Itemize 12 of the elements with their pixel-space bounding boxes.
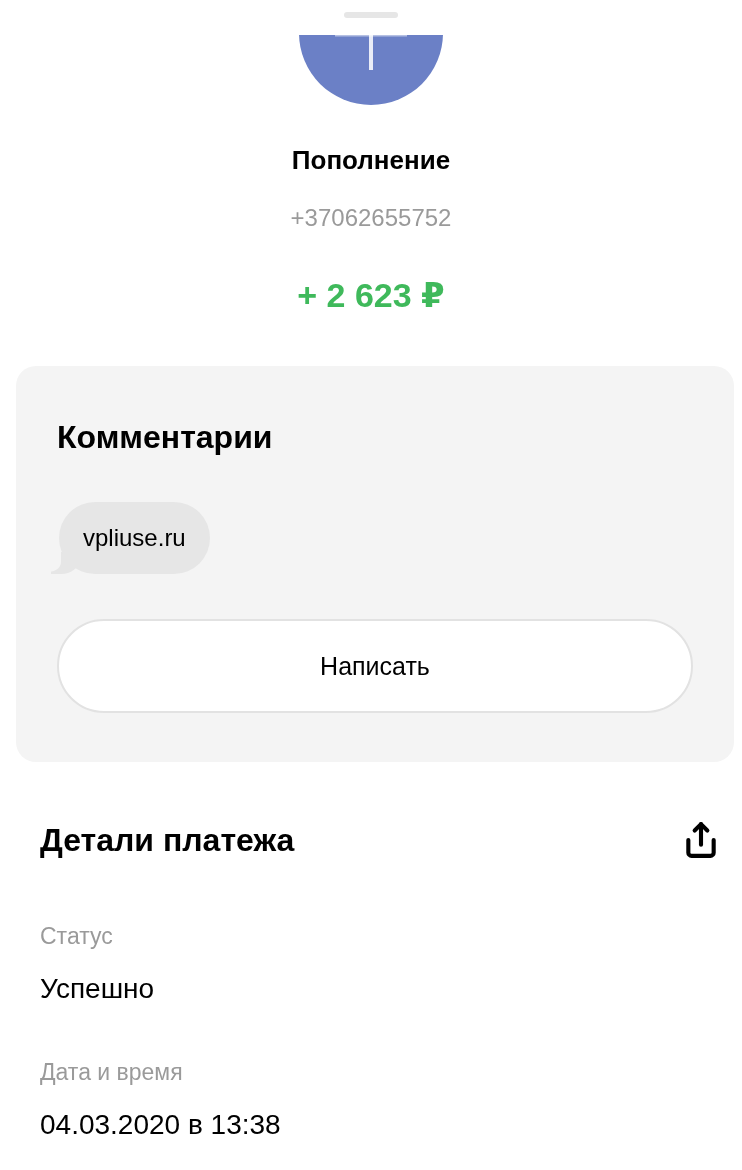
write-button[interactable]: Написать — [57, 619, 693, 713]
avatar-icon — [299, 35, 443, 105]
drag-handle[interactable] — [344, 12, 398, 18]
transaction-title: Пополнение — [291, 144, 451, 176]
field-value: 04.03.2020 в 13:38 — [40, 1109, 281, 1141]
field-label: Статус — [40, 922, 113, 950]
details-title: Детали платежа — [40, 821, 295, 859]
field-label: Дата и время — [40, 1058, 183, 1086]
amount: + 2 623 ₽ — [297, 275, 445, 315]
field-value: Успешно — [40, 973, 155, 1005]
phone-number: +37062655752 — [290, 203, 452, 233]
comments-title: Комментарии — [57, 418, 273, 456]
